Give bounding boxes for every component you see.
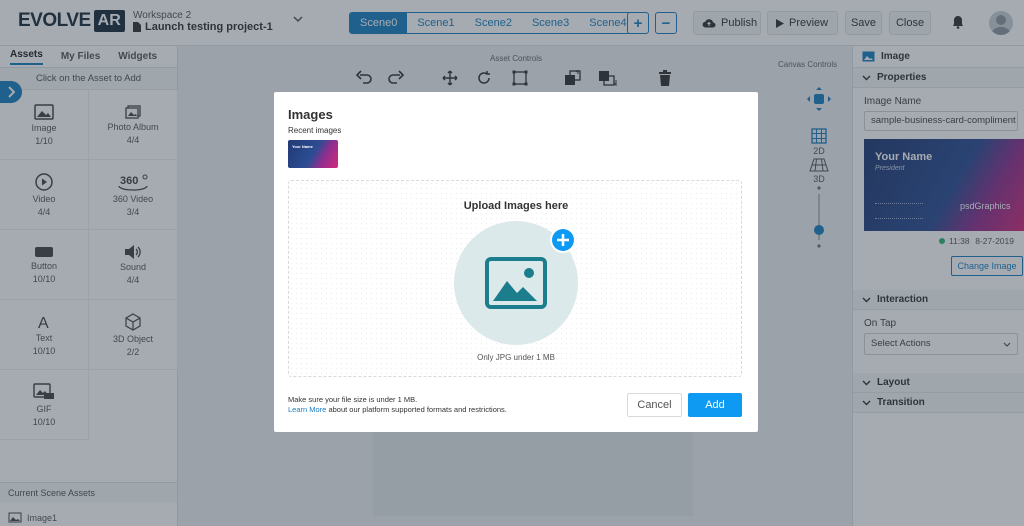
recent-card-text: Your Name	[292, 144, 313, 149]
cancel-button[interactable]: Cancel	[627, 393, 682, 417]
add-button[interactable]: Add	[688, 393, 742, 417]
images-modal: Images Recent images Your Name Upload Im…	[274, 92, 758, 432]
recent-images-label: Recent images	[288, 126, 342, 135]
modal-title: Images	[288, 107, 333, 122]
recent-image-thumbnail[interactable]: Your Name	[288, 140, 338, 168]
learn-more-link[interactable]: Learn More	[288, 405, 326, 414]
upload-dropzone[interactable]: Upload Images here Only JPG under 1 MB	[288, 180, 742, 377]
upload-title: Upload Images here	[463, 200, 569, 212]
image-placeholder-icon	[485, 257, 547, 309]
size-note: Make sure your file size is under 1 MB.	[288, 395, 418, 404]
plus-circle-icon	[552, 229, 574, 251]
formats-note: Learn More about our platform supported …	[288, 405, 507, 414]
upload-note: Only JPG under 1 MB	[477, 353, 555, 362]
add-image-button[interactable]	[550, 227, 576, 253]
formats-text: about our platform supported formats and…	[328, 405, 507, 414]
